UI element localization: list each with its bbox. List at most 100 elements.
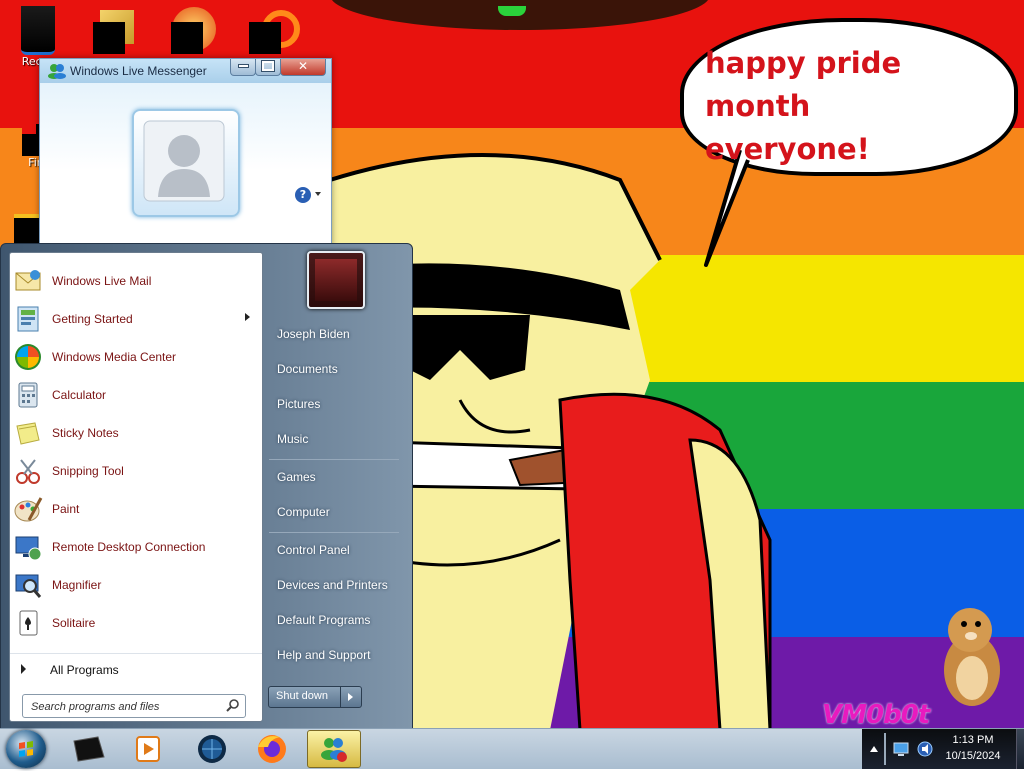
program-label: Windows Media Center [52,350,177,364]
taskbar-media-player[interactable] [122,731,174,767]
shut-down-button[interactable]: Shut down [268,686,342,708]
start-button[interactable] [6,730,46,768]
close-icon: ✕ [297,59,309,73]
start-menu-programs-pane: Windows Live Mail Getting Started Window… [9,252,263,722]
mail-icon [15,270,41,291]
start-item-control-panel[interactable]: Control Panel [263,535,403,567]
start-item-label: Games [277,470,316,484]
user-picture[interactable] [307,251,365,309]
program-label: Snipping Tool [52,464,124,478]
speech-line-2: everyone! [705,132,870,166]
tray-show-hidden-icon[interactable] [870,746,878,752]
messenger-icon [321,738,347,762]
messenger-logo-icon [48,64,66,79]
desktop-icon-censored-2[interactable] [171,22,203,54]
shut-down-options-button[interactable] [340,686,362,708]
separator [269,459,399,460]
sticky-notes-icon [16,422,40,445]
program-item-sticky-notes[interactable]: Sticky Notes [10,415,262,451]
start-item-label: Computer [277,505,330,519]
separator [269,532,399,533]
shut-down-label: Shut down [276,690,328,702]
program-item-solitaire[interactable]: Solitaire [10,605,262,641]
submenu-arrow-icon [245,313,250,321]
globe-icon [198,735,226,763]
desktop-icon-censored-3[interactable] [249,22,281,54]
program-label: Solitaire [52,616,96,630]
minimize-button[interactable] [230,59,256,76]
all-programs-button[interactable]: All Programs [10,653,262,684]
program-item-calculator[interactable]: Calculator [10,377,262,413]
command-prompt-icon [73,736,105,762]
start-item-games[interactable]: Games [263,462,403,494]
network-icon[interactable] [892,740,910,758]
program-item-snipping-tool[interactable]: Snipping Tool [10,453,262,489]
taskbar-command-prompt[interactable] [62,731,114,767]
program-label: Magnifier [52,578,102,592]
start-item-documents[interactable]: Documents [263,354,403,386]
search-input[interactable] [29,698,223,715]
maximize-icon [261,60,275,72]
user-silhouette-icon [143,120,225,202]
close-button[interactable]: ✕ [280,59,326,76]
help-dropdown-icon[interactable] [315,192,321,196]
show-desktop-button[interactable] [1016,729,1024,769]
taskbar-firefox[interactable] [246,731,298,767]
wallpaper-green-light [498,6,526,16]
start-item-label: Joseph Biden [277,327,350,341]
maximize-button[interactable] [255,59,281,76]
help-icon[interactable]: ? [295,187,311,203]
program-label: Windows Live Mail [52,274,152,288]
desktop-icon-censored-1b[interactable] [93,22,125,54]
windows-logo-icon [19,741,33,757]
program-label: Sticky Notes [52,426,119,440]
search-icon[interactable] [226,698,240,712]
start-item-user[interactable]: Joseph Biden [263,319,403,351]
program-item-getting-started[interactable]: Getting Started [10,301,262,337]
desktop-icon-censored-4[interactable] [14,214,42,246]
program-label: Remote Desktop Connection [52,540,206,554]
media-player-icon [136,736,160,762]
solitaire-icon [19,610,38,636]
search-box[interactable] [22,694,246,718]
program-item-magnifier[interactable]: Magnifier [10,567,262,603]
calculator-icon [18,382,38,408]
clock[interactable]: 1:13 PM 10/15/2024 [930,732,1016,764]
tray-separator [884,733,886,765]
paint-icon [14,497,43,522]
program-item-windows-media-center[interactable]: Windows Media Center [10,339,262,375]
taskbar-messenger[interactable] [307,730,361,768]
program-item-remote-desktop[interactable]: Remote Desktop Connection [10,529,262,565]
start-item-music[interactable]: Music [263,424,403,456]
program-item-paint[interactable]: Paint [10,491,262,527]
firefox-icon [258,735,286,763]
start-menu: Windows Live Mail Getting Started Window… [0,243,413,730]
all-programs-arrow-icon [21,664,26,674]
remote-desktop-icon [15,536,42,561]
all-programs-label: All Programs [50,663,119,677]
magnifier-icon [15,574,42,598]
start-item-label: Music [277,432,309,446]
clock-date: 10/15/2024 [945,750,1001,762]
start-item-computer[interactable]: Computer [263,497,403,529]
messenger-window[interactable]: Windows Live Messenger ✕ ? [39,58,332,246]
taskbar-globe[interactable] [186,731,238,767]
start-item-label: Devices and Printers [277,578,388,592]
clock-time: 1:13 PM [952,734,994,746]
messenger-titlebar[interactable]: Windows Live Messenger ✕ [40,59,331,83]
messenger-avatar[interactable] [132,109,240,217]
watermark: VM0b0t [822,700,930,728]
program-item-windows-live-mail[interactable]: Windows Live Mail [10,263,262,299]
start-item-label: Control Panel [277,543,350,557]
minimize-icon [237,64,249,68]
start-item-pictures[interactable]: Pictures [263,389,403,421]
start-item-label: Default Programs [277,613,371,627]
recycle-bin-icon [21,6,55,55]
start-item-devices-printers[interactable]: Devices and Printers [263,570,403,602]
snipping-tool-icon [16,459,40,484]
start-item-default-programs[interactable]: Default Programs [263,605,403,637]
start-item-label: Help and Support [277,648,371,662]
start-item-label: Pictures [277,397,321,411]
start-item-help-support[interactable]: Help and Support [263,640,403,672]
getting-started-icon [17,306,39,332]
